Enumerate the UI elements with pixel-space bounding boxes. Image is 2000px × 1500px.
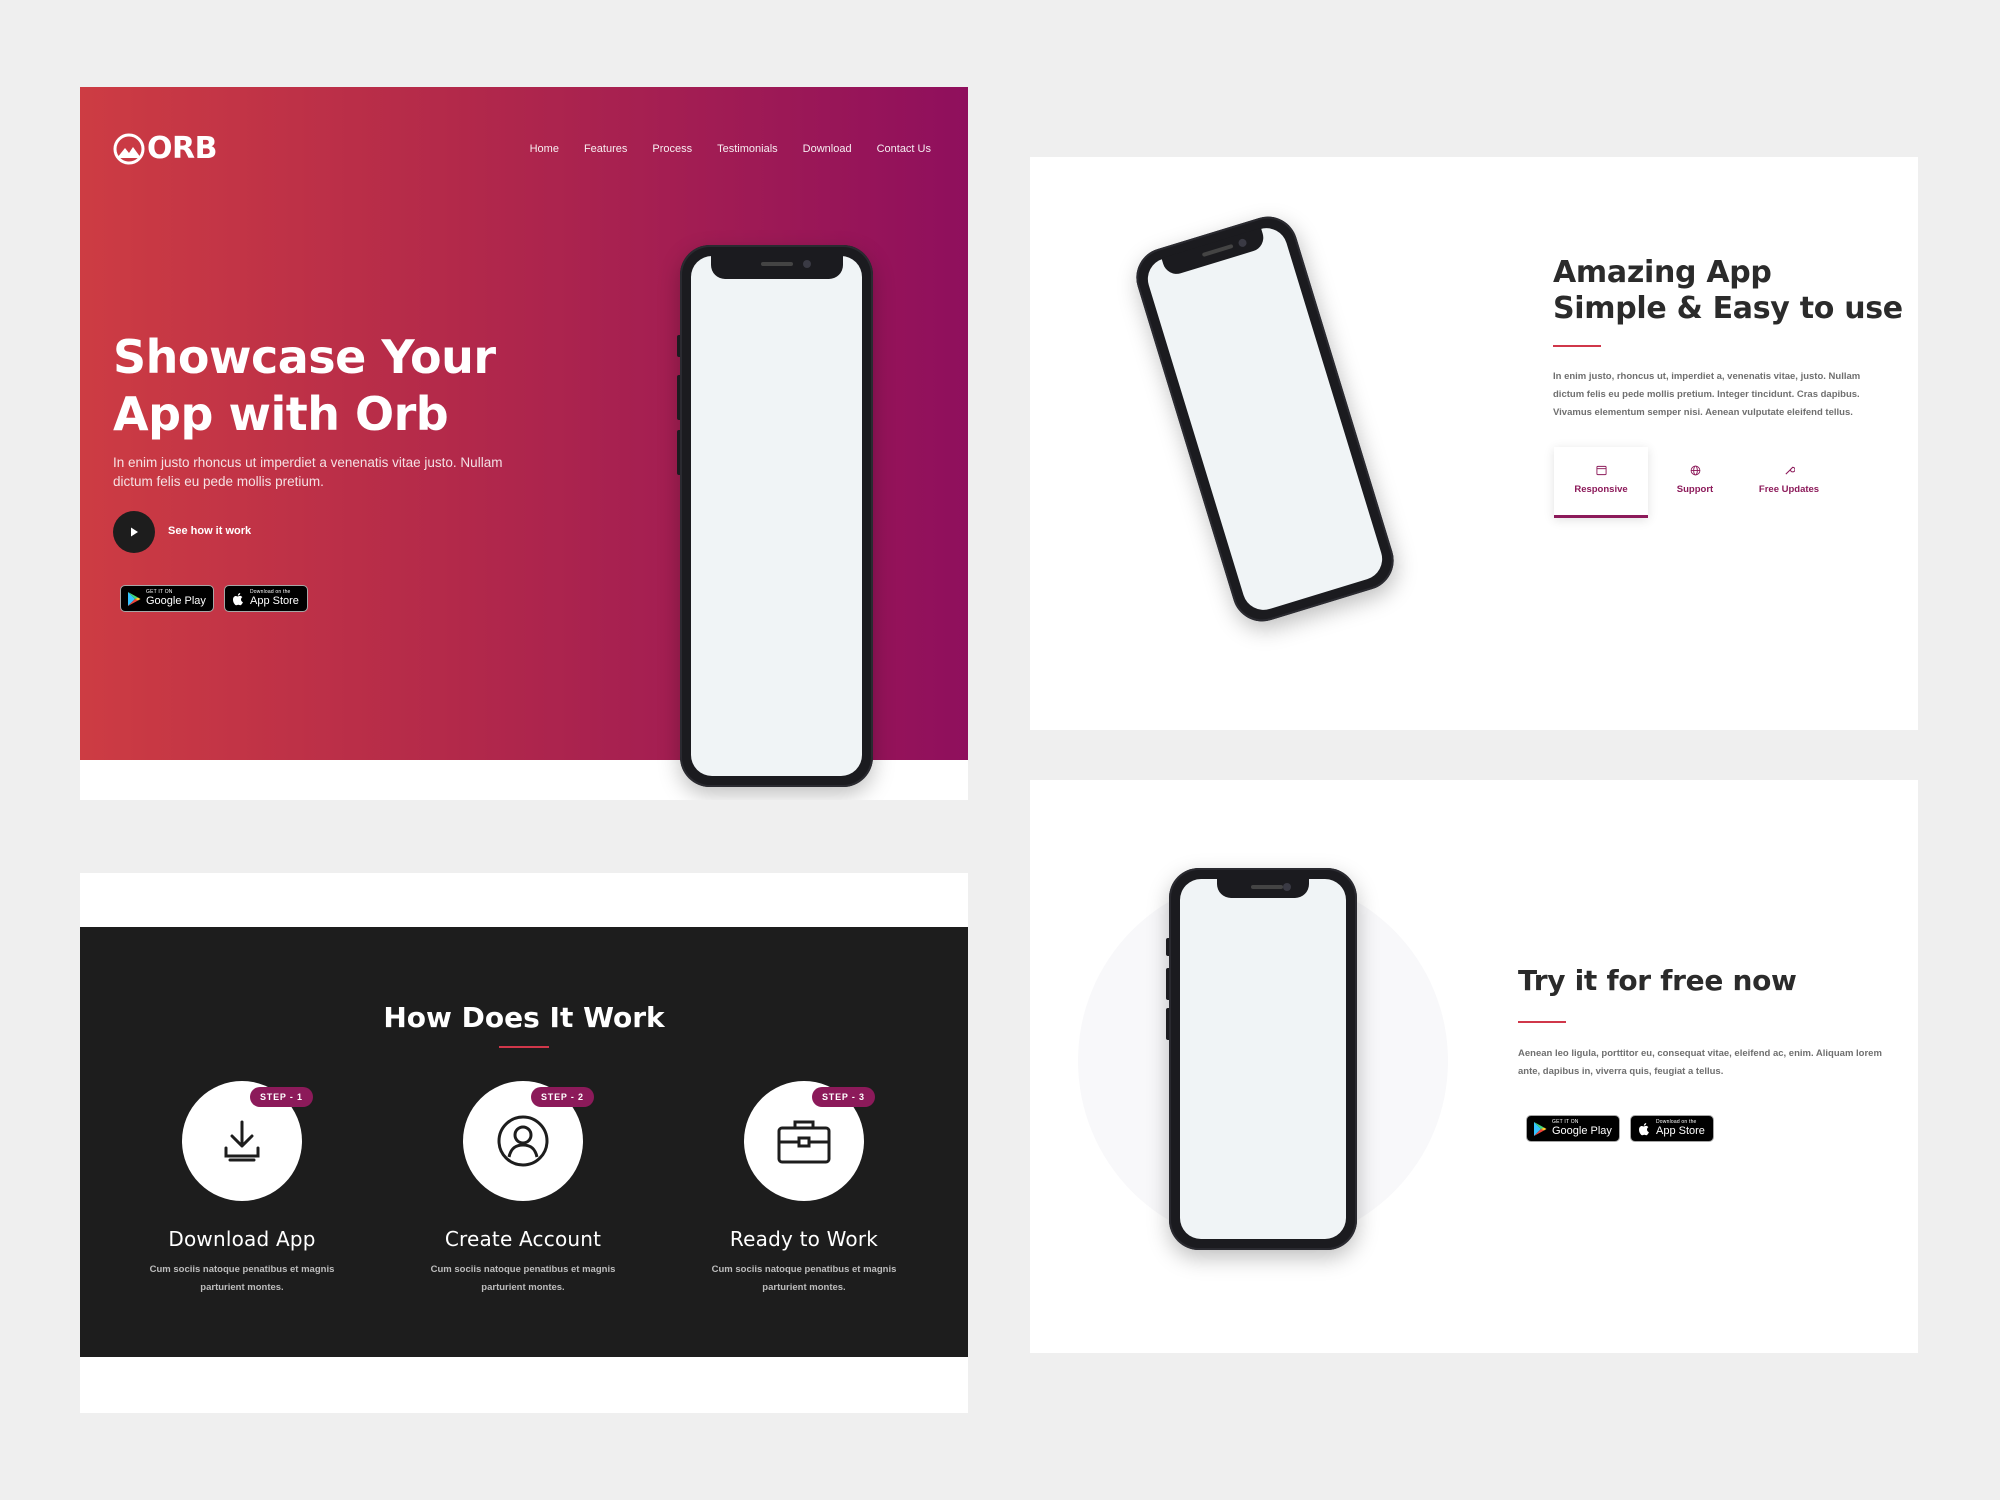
step-3-badge: STEP - 3 (812, 1087, 875, 1107)
phone-mockup (677, 245, 873, 787)
download-icon (224, 1120, 260, 1162)
step-1: STEP - 1 Download App Cum sociis natoque… (122, 1081, 362, 1297)
briefcase-icon (777, 1120, 831, 1164)
step-1-desc: Cum sociis natoque penatibus et magnis p… (149, 1264, 335, 1293)
main-nav: Home Features Process Testimonials Downl… (530, 143, 931, 155)
tilted-phone-mockup (1128, 209, 1402, 629)
features-title: Amazing App Simple & Easy to use (1553, 255, 1903, 327)
hero-subtitle: In enim justo rhoncus ut imperdiet a ven… (113, 455, 503, 489)
phone-mockup (1166, 868, 1357, 1250)
google-play-icon (1534, 1121, 1547, 1136)
cta-title: Try it for free now (1518, 964, 1797, 997)
tab-free-updates-label: Free Updates (1758, 484, 1820, 495)
features-title-line2: Simple & Easy to use (1553, 291, 1903, 326)
step-3-title: Ready to Work (729, 1227, 879, 1251)
apple-icon (1639, 1122, 1649, 1135)
phone-screen (1142, 222, 1388, 616)
cta-panel: Try it for free now Aenean leo ligula, p… (1030, 780, 1918, 1353)
phone-screen (1180, 879, 1346, 1239)
cta-body: Aenean leo ligula, porttitor eu, consequ… (1518, 1048, 1882, 1077)
globe-icon (1690, 465, 1700, 476)
step-3-desc: Cum sociis natoque penatibus et magnis p… (711, 1264, 897, 1293)
step-2-title: Create Account (444, 1227, 602, 1251)
how-title: How Does It Work (383, 1001, 665, 1034)
google-play-big-text: Google Play (1552, 1125, 1612, 1137)
tab-free-updates[interactable]: Free Updates (1742, 447, 1836, 518)
features-title-line1: Amazing App (1553, 255, 1772, 290)
logo-text: ORB (147, 131, 217, 166)
tab-support[interactable]: Support (1648, 447, 1742, 518)
nav-testimonials[interactable]: Testimonials (717, 143, 778, 155)
nav-home[interactable]: Home (530, 143, 559, 155)
google-play-icon (128, 591, 141, 606)
step-2-desc: Cum sociis natoque penatibus et magnis p… (430, 1264, 616, 1293)
phone-screen (691, 256, 862, 776)
play-icon (131, 527, 138, 537)
app-store-button[interactable]: Download on the App Store (224, 585, 308, 612)
nav-features[interactable]: Features (584, 143, 627, 155)
app-store-big-text: App Store (250, 595, 299, 607)
user-icon (497, 1115, 549, 1167)
step-2-badge: STEP - 2 (531, 1087, 594, 1107)
tab-responsive-label: Responsive (1574, 484, 1628, 495)
nav-download[interactable]: Download (803, 143, 852, 155)
step-2-circle: STEP - 2 (463, 1081, 594, 1201)
nav-process[interactable]: Process (652, 143, 692, 155)
tab-responsive[interactable]: Responsive (1554, 447, 1648, 518)
step-1-title: Download App (168, 1227, 316, 1251)
step-3: STEP - 3 Ready to Work Cum sociis natoqu… (684, 1081, 924, 1297)
apple-icon (233, 592, 243, 605)
tab-support-label: Support (1676, 484, 1714, 495)
phone-notch (1217, 878, 1309, 898)
hero-title: Showcase Your App with Orb (113, 330, 496, 441)
how-divider (499, 1046, 549, 1048)
google-play-button[interactable]: GET IT ON Google Play (120, 585, 214, 612)
hero-panel: ORB Home Features Process Testimonials D… (80, 87, 968, 800)
play-video-label[interactable]: See how it work (168, 525, 251, 537)
app-store-button[interactable]: Download on the App Store (1630, 1115, 1714, 1142)
step-1-badge: STEP - 1 (250, 1087, 313, 1107)
features-panel: Amazing App Simple & Easy to use In enim… (1030, 157, 1918, 730)
how-it-works-panel: How Does It Work STEP - 1 Download App C… (80, 873, 968, 1413)
play-video-button[interactable] (113, 511, 155, 553)
features-tabs: Responsive Support Free Updates (1554, 447, 1836, 518)
features-body: In enim justo, rhoncus ut, imperdiet a, … (1553, 371, 1861, 418)
features-divider (1553, 345, 1601, 347)
google-play-button[interactable]: GET IT ON Google Play (1526, 1115, 1620, 1142)
app-store-big-text: App Store (1656, 1125, 1705, 1137)
mountain-logo-icon (113, 133, 145, 164)
browser-icon (1595, 465, 1607, 476)
logo[interactable]: ORB (113, 131, 217, 166)
wrench-icon (1784, 466, 1795, 475)
phone-notch (710, 255, 843, 279)
nav-contact-us[interactable]: Contact Us (877, 143, 931, 155)
step-1-circle: STEP - 1 (182, 1081, 313, 1201)
cta-divider (1518, 1021, 1566, 1023)
step-3-circle: STEP - 3 (744, 1081, 875, 1201)
google-play-big-text: Google Play (146, 595, 206, 607)
step-2: STEP - 2 Create Account Cum sociis natoq… (403, 1081, 643, 1297)
